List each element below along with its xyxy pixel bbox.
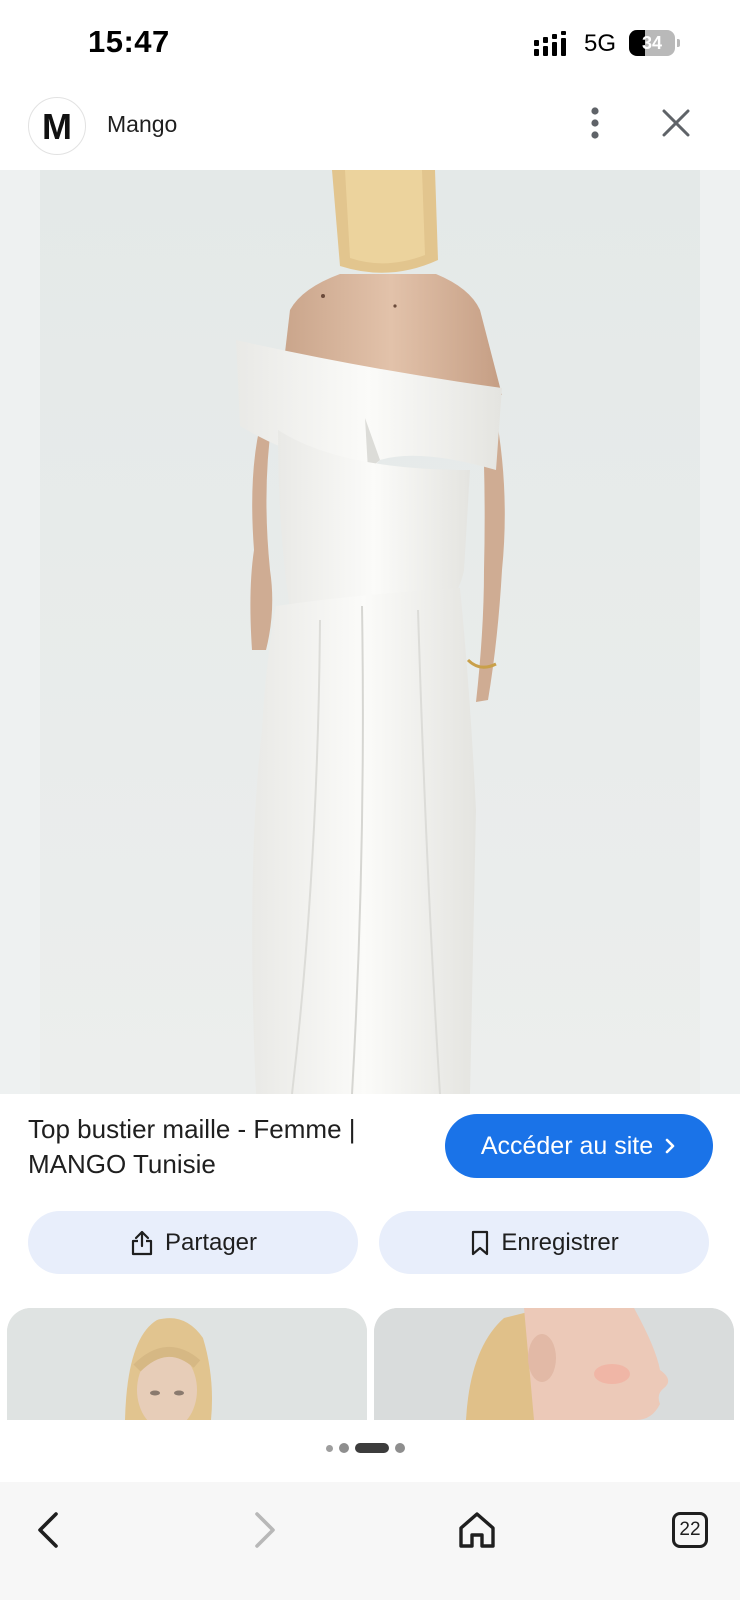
save-button[interactable]: Enregistrer [379, 1211, 709, 1274]
bookmark-icon [472, 1230, 489, 1255]
status-time: 15:47 [88, 24, 170, 59]
browser-toolbar: 22 [0, 1482, 740, 1600]
battery-icon: 34 [629, 30, 680, 56]
related-image-illustration [374, 1308, 734, 1420]
home-icon[interactable] [449, 1502, 505, 1558]
site-header: M Mango [0, 88, 740, 170]
share-label: Partager [164, 1228, 258, 1256]
visit-site-button[interactable]: Accéder au site [445, 1114, 713, 1178]
pager-dot [395, 1443, 405, 1453]
share-icon [131, 1230, 153, 1255]
tabs-button[interactable]: 22 [664, 1502, 720, 1558]
cellular-signal-icon [534, 31, 566, 56]
visit-site-label: Accéder au site [480, 1131, 654, 1160]
pager-dot [339, 1443, 349, 1453]
model-illustration [40, 170, 700, 1094]
chevron-right-icon [665, 1138, 675, 1154]
site-name[interactable]: Mango [107, 111, 177, 138]
related-image-illustration [7, 1308, 367, 1420]
pager-dot [326, 1444, 333, 1452]
share-button[interactable]: Partager [28, 1211, 358, 1274]
site-logo: M [28, 97, 86, 155]
battery-percent: 34 [641, 33, 663, 53]
close-icon[interactable] [656, 102, 696, 142]
back-arrow-icon[interactable] [22, 1502, 78, 1558]
app-screen: 15:47 5G 34 M Mango Top bustier maille -… [0, 0, 740, 1600]
image-pager [0, 1420, 740, 1482]
pager-dots [326, 1442, 405, 1454]
pager-dot-active [355, 1443, 389, 1453]
related-image[interactable] [7, 1308, 367, 1420]
network-type: 5G [584, 30, 617, 57]
related-image[interactable] [374, 1308, 734, 1420]
save-label: Enregistrer [501, 1228, 619, 1256]
more-vertical-icon[interactable] [575, 102, 615, 142]
product-image[interactable] [40, 170, 700, 1094]
status-bar: 15:47 5G 34 [0, 0, 740, 88]
result-title[interactable]: Top bustier maille - Femme | MANGO Tunis… [28, 1112, 418, 1182]
image-viewer[interactable] [0, 170, 740, 1094]
forward-arrow-icon[interactable] [235, 1502, 291, 1558]
tabs-count: 22 [672, 1512, 708, 1548]
